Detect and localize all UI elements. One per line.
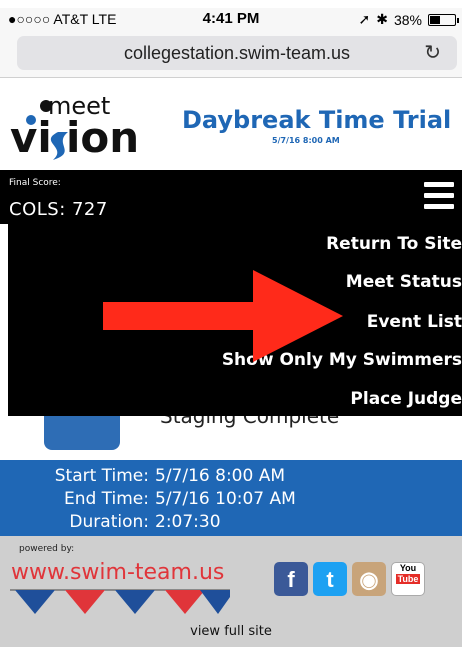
- duration-value: 2:07:30: [155, 512, 221, 532]
- menu-item-meet-status[interactable]: Meet Status: [346, 272, 462, 292]
- social-links: f t ◉ You Tube: [274, 562, 425, 596]
- powered-by-label: powered by:: [19, 544, 75, 554]
- start-time-value: 5/7/16 8:00 AM: [155, 466, 285, 486]
- score-bar: Final Score: COLS: 727: [0, 170, 462, 224]
- youtube-icon[interactable]: You Tube: [391, 562, 425, 596]
- meet-date: 5/7/16 8:00 AM: [272, 136, 340, 145]
- twitter-icon[interactable]: t: [313, 562, 347, 596]
- page-title: Daybreak Time Trial: [182, 106, 452, 134]
- view-full-site-link[interactable]: view full site: [0, 624, 462, 639]
- svg-text:ion: ion: [66, 113, 139, 162]
- instagram-icon[interactable]: ◉: [352, 562, 386, 596]
- end-time-label: End Time:: [63, 489, 149, 509]
- browser-bar: collegestation.swim-team.us ↻: [0, 32, 462, 78]
- footer: powered by: www.swim-team.us f t ◉ You Tu…: [0, 536, 462, 647]
- svg-text:vi: vi: [10, 113, 52, 162]
- reload-icon[interactable]: ↻: [424, 36, 441, 70]
- facebook-icon[interactable]: f: [274, 562, 308, 596]
- red-arrow-annotation: [103, 270, 343, 362]
- hamburger-menu-icon[interactable]: [424, 182, 454, 212]
- url-text: collegestation.swim-team.us: [123, 43, 351, 63]
- cropped-text: [0, 0, 462, 8]
- start-time-label: Start Time:: [54, 466, 149, 486]
- battery-icon: [428, 13, 459, 26]
- score-label: Final Score:: [9, 178, 61, 188]
- menu-item-event-list[interactable]: Event List: [367, 312, 462, 332]
- menu-item-place-judge[interactable]: Place Judge: [350, 389, 462, 409]
- menu-item-return-to-site[interactable]: Return To Site: [326, 234, 462, 254]
- duration-label: Duration:: [69, 512, 149, 532]
- address-bar[interactable]: collegestation.swim-team.us ↻: [17, 36, 457, 70]
- meet-times-panel: Start Time: 5/7/16 8:00 AM End Time: 5/7…: [0, 460, 462, 536]
- status-right: ➚ ✱ 38%: [358, 11, 459, 28]
- battery-percent: 38%: [393, 11, 422, 28]
- pennant-flags-decoration: [10, 589, 230, 614]
- meet-vision-logo[interactable]: meet vi ion: [8, 92, 158, 162]
- status-bar: ●○○○○ AT&T LTE 4:41 PM ➚ ✱ 38%: [0, 8, 462, 32]
- score-value: COLS: 727: [9, 199, 108, 220]
- swim-team-link[interactable]: www.swim-team.us: [11, 560, 224, 585]
- end-time-value: 5/7/16 10:07 AM: [155, 489, 296, 509]
- page-header: meet vi ion Daybreak Time Trial 5/7/16 8…: [0, 80, 462, 170]
- bluetooth-icon: ✱: [376, 11, 388, 27]
- location-icon: ➚: [358, 11, 371, 27]
